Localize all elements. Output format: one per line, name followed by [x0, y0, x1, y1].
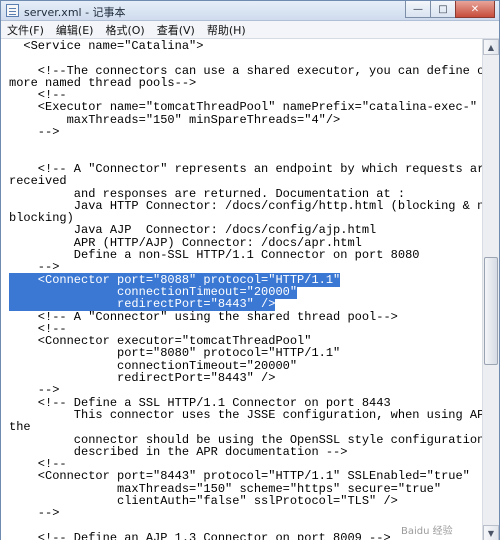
text-line: Java HTTP Connector: /docs/config/http.h…	[9, 198, 482, 213]
menu-file[interactable]: 文件(F)	[7, 22, 44, 38]
line-text: clientAuth="false" sslProtocol="TLS" />	[9, 493, 398, 508]
menu-bar: 文件(F) 编辑(E) 格式(O) 查看(V) 帮助(H)	[1, 21, 499, 39]
text-line: <!-- A "Connector" using the shared thre…	[9, 309, 479, 324]
menu-view[interactable]: 查看(V)	[157, 22, 195, 38]
maximize-button[interactable]: □	[430, 1, 456, 18]
title-bar[interactable]: server.xml - 记事本 — □ ✕	[1, 1, 499, 21]
line-text: <!-- A "Connector" using the shared thre…	[9, 309, 398, 324]
scroll-down-button[interactable]: ▼	[483, 525, 499, 540]
text-editor[interactable]: <Service name="Catalina"> <!--The connec…	[1, 39, 482, 540]
watermark: Baidu 经验	[401, 526, 453, 537]
line-text: Define a non-SSL HTTP/1.1 Connector on p…	[9, 248, 420, 263]
text-line: Define a non-SSL HTTP/1.1 Connector on p…	[9, 249, 479, 261]
scroll-up-button[interactable]: ▲	[483, 39, 499, 55]
line-text: -->	[9, 506, 60, 521]
editor-text[interactable]: <Service name="Catalina"> <!--The connec…	[9, 40, 482, 540]
text-line: -->	[9, 507, 479, 519]
text-line: clientAuth="false" sslProtocol="TLS" />	[9, 495, 479, 507]
notepad-icon	[6, 4, 19, 17]
text-line: This connector uses the JSSE configurati…	[9, 407, 482, 422]
line-text: This connector uses the JSSE configurati…	[9, 407, 482, 422]
text-line: described in the APR documentation -->	[9, 446, 479, 458]
line-text: -->	[9, 125, 60, 140]
close-button[interactable]: ✕	[455, 1, 495, 18]
text-line: <Service name="Catalina">	[9, 40, 479, 52]
text-line: <!-- A "Connector" represents an endpoin…	[9, 161, 482, 176]
line-text: <!-- A "Connector" represents an endpoin…	[9, 161, 482, 176]
text-line: redirectPort="8443" />	[9, 372, 479, 384]
text-line: -->	[9, 261, 479, 273]
menu-help[interactable]: 帮助(H)	[207, 22, 246, 38]
line-text: Java HTTP Connector: /docs/config/http.h…	[9, 198, 482, 213]
menu-edit[interactable]: 编辑(E)	[56, 22, 94, 38]
text-line: maxThreads="150" minSpareThreads="4"/>	[9, 114, 479, 126]
text-line: more named thread pools-->	[9, 77, 479, 89]
text-line	[9, 138, 479, 150]
text-line: -->	[9, 126, 479, 138]
line-text: <!-- Define an AJP 1.3 Connector on port…	[9, 530, 391, 540]
vertical-scrollbar[interactable]: ▲ ▼	[482, 39, 499, 540]
window-title: server.xml - 记事本	[24, 6, 126, 19]
minimize-button[interactable]: —	[405, 1, 431, 18]
notepad-window: server.xml - 记事本 — □ ✕ 文件(F) 编辑(E) 格式(O)…	[0, 0, 500, 540]
window-controls: — □ ✕	[405, 1, 495, 19]
menu-format[interactable]: 格式(O)	[105, 22, 144, 38]
line-text: <Service name="Catalina">	[9, 39, 204, 53]
scroll-thumb[interactable]	[484, 257, 498, 365]
